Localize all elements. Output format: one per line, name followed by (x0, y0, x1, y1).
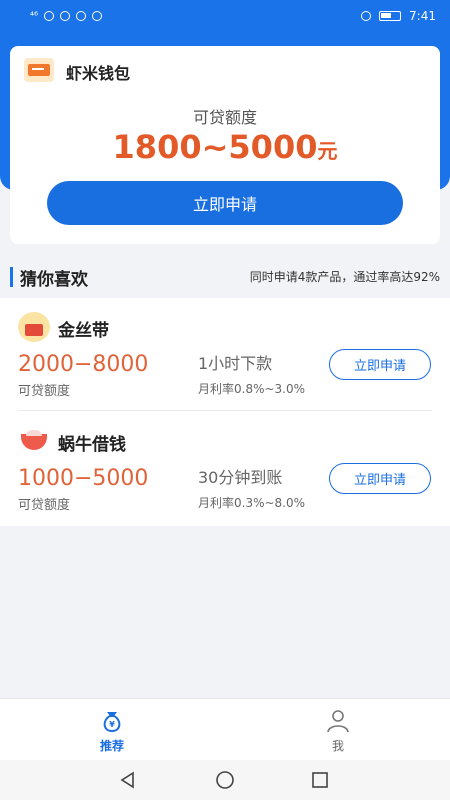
list-item[interactable]: 金丝带 2000−8000 可贷额度 1小时下款 月利率0.8%~3.0% 立即… (0, 298, 450, 412)
money-bag-icon: ¥ (103, 712, 121, 733)
product-range-label: 可贷额度 (18, 384, 71, 399)
tab-me-label: 我 (331, 739, 344, 753)
product-apply-button[interactable]: 立即申请 (329, 349, 431, 380)
product-speed: 1小时下款 (198, 354, 273, 373)
product-range: 1000−5000 (18, 466, 149, 491)
product-rate: 月利率0.3%~8.0% (198, 496, 306, 510)
status-bar: ⁴⁶ 7:41 (0, 0, 450, 32)
section-title: 猜你喜欢 (20, 270, 88, 290)
tab-me[interactable]: 我 (298, 707, 378, 754)
list-item[interactable]: 蜗牛借钱 1000−5000 可贷额度 30分钟到账 月利率0.3%~8.0% … (0, 412, 450, 526)
product-range: 2000−8000 (18, 352, 149, 377)
globe-icon (92, 11, 103, 21)
product-list: 金丝带 2000−8000 可贷额度 1小时下款 月利率0.8%~3.0% 立即… (0, 298, 450, 526)
battery-icon (379, 11, 402, 21)
back-icon[interactable] (118, 770, 138, 790)
status-time: 7:41 (409, 9, 436, 23)
product-apply-button[interactable]: 立即申请 (329, 463, 431, 494)
hero-apply-button[interactable]: 立即申请 (47, 181, 403, 225)
k-icon (60, 11, 71, 21)
network-indicator: ⁴⁶ (30, 10, 39, 22)
product-range-label: 可贷额度 (18, 498, 71, 513)
person-icon (327, 710, 349, 733)
section-accent-bar (10, 267, 13, 287)
wallet-icon (24, 58, 54, 82)
wifi-icon (44, 11, 55, 21)
hero-card: 虾米钱包 可贷额度 1800~5000元 立即申请 (10, 46, 440, 244)
gold-ribbon-icon (18, 312, 50, 342)
snail-bowl-icon (18, 426, 50, 456)
status-right: 7:41 (361, 9, 436, 23)
divider (18, 410, 432, 411)
recent-apps-icon[interactable] (310, 770, 330, 790)
hero-amount: 1800~5000元 (10, 128, 440, 166)
home-icon[interactable] (215, 770, 235, 790)
hero-amount-value: 1800~5000 (112, 128, 318, 166)
status-left: ⁴⁶ (30, 10, 103, 22)
bottom-tab-bar: ¥ 推荐 我 (0, 698, 450, 760)
section-note: 同时申请4款产品，通过率高达92% (249, 270, 440, 284)
section-header: 猜你喜欢 同时申请4款产品，通过率高达92% (0, 262, 450, 292)
hero-product-name: 虾米钱包 (66, 64, 131, 83)
chat-icon (76, 11, 87, 21)
product-name: 蜗牛借钱 (58, 435, 126, 455)
tab-recommend-label: 推荐 (99, 739, 124, 753)
product-speed: 30分钟到账 (198, 468, 283, 487)
hero-amount-unit: 元 (317, 139, 338, 163)
system-nav-bar (0, 760, 450, 800)
product-rate: 月利率0.8%~3.0% (198, 382, 306, 396)
hero-limit-label: 可贷额度 (192, 108, 257, 127)
product-name: 金丝带 (58, 321, 109, 341)
alarm-icon (361, 11, 372, 21)
svg-text:¥: ¥ (109, 720, 115, 729)
tab-recommend[interactable]: ¥ 推荐 (72, 707, 152, 754)
